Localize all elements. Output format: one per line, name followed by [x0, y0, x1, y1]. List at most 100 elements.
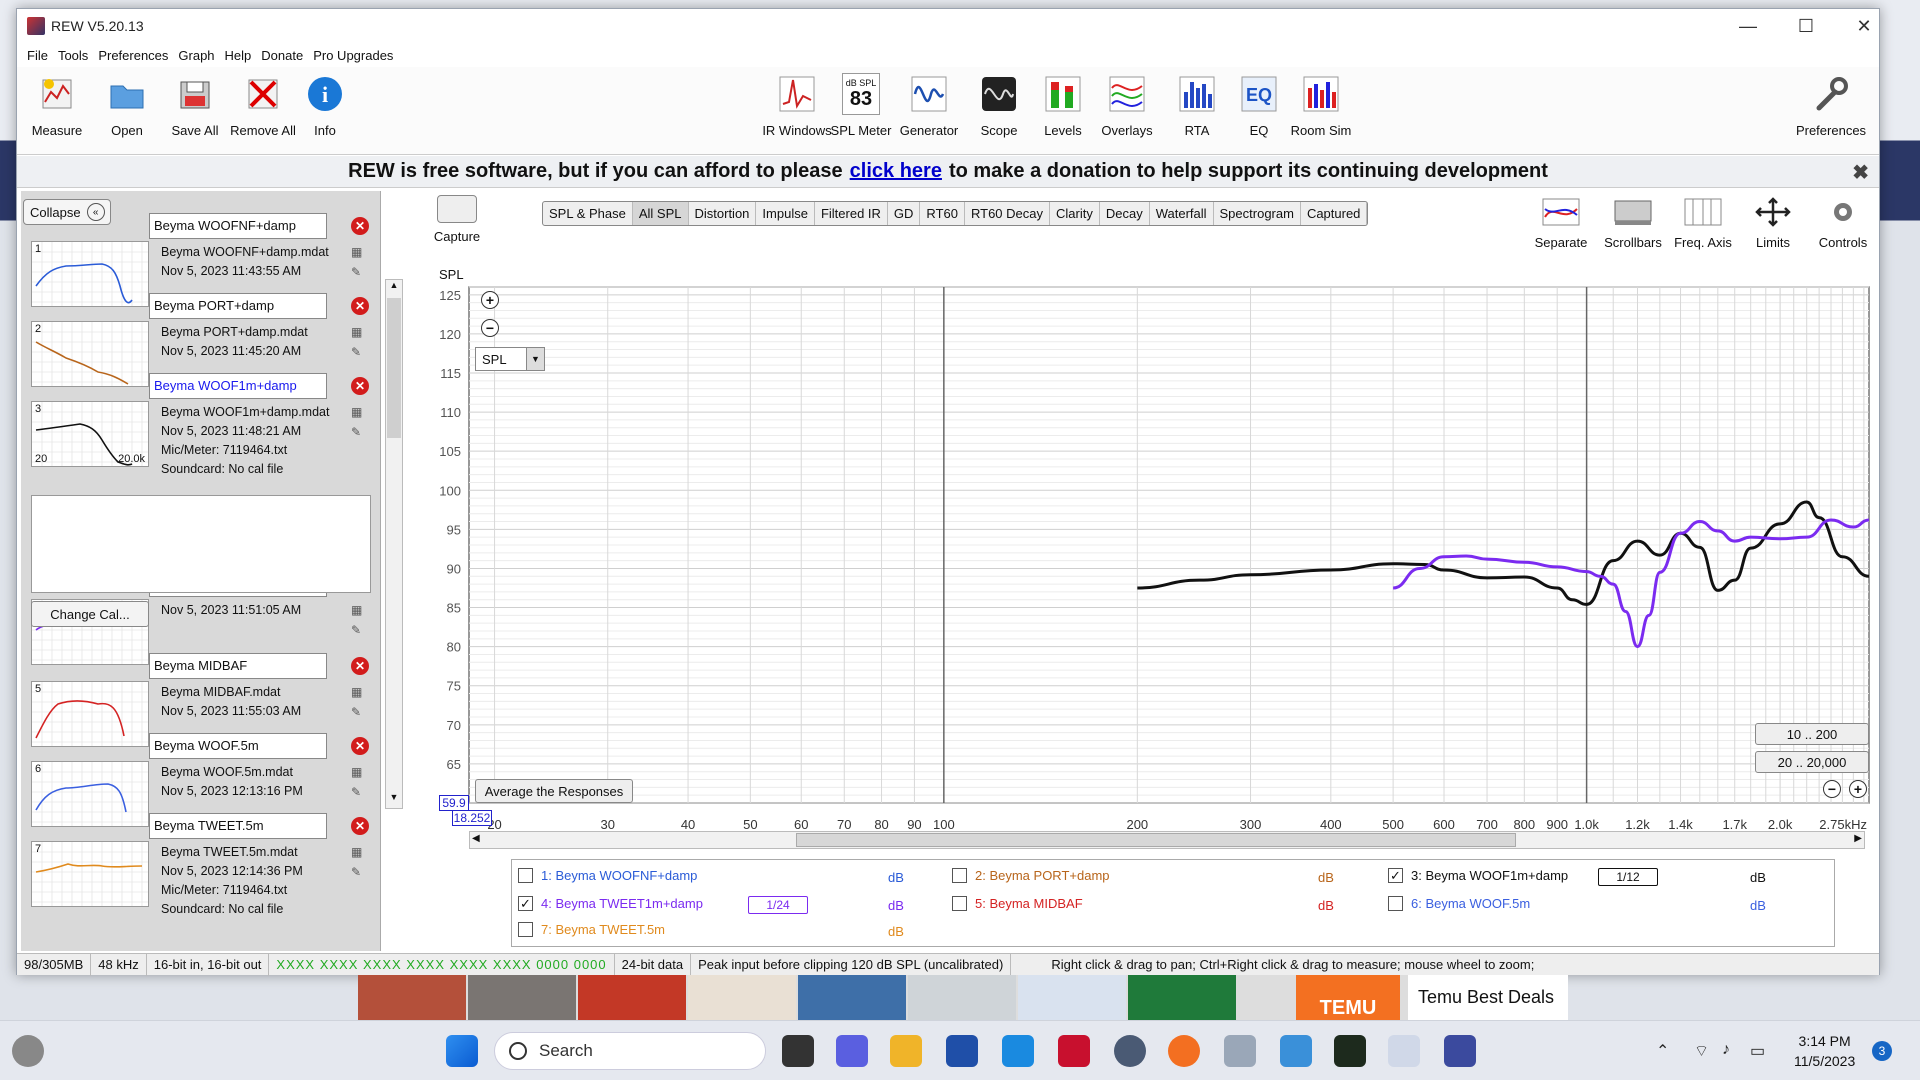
- remote-desktop-icon[interactable]: [1280, 1035, 1312, 1067]
- chevron-up-icon[interactable]: ⌃: [1656, 1041, 1669, 1061]
- remove-measurement-icon[interactable]: ✕: [351, 657, 369, 675]
- pencil-icon[interactable]: ✎: [351, 265, 369, 281]
- open-button[interactable]: Open: [91, 71, 163, 153]
- temu-logo[interactable]: TEMU: [1296, 975, 1400, 1020]
- info-button[interactable]: i Info: [289, 71, 361, 153]
- battery-icon[interactable]: ▭: [1750, 1041, 1765, 1061]
- legend-entry[interactable]: ✓ 4: Beyma TWEET1m+damp: [518, 896, 703, 911]
- measurement-thumbnail[interactable]: 7: [31, 841, 149, 907]
- widgets-icon[interactable]: [12, 1035, 44, 1067]
- remove-measurement-icon[interactable]: ✕: [351, 737, 369, 755]
- chat-icon[interactable]: [836, 1035, 868, 1067]
- measurement-item[interactable]: Beyma MIDBAF ✕ 5 Beyma MIDBAF.mdat Nov 5,…: [21, 653, 379, 747]
- range-10-200-button[interactable]: 10 .. 200: [1755, 723, 1869, 745]
- ad-image[interactable]: [908, 975, 1016, 1020]
- spl-meter-button[interactable]: dB SPL 83 SPL Meter: [825, 71, 897, 153]
- menu-file[interactable]: File: [27, 48, 48, 63]
- clock[interactable]: 3:14 PM 11/5/2023: [1794, 1031, 1855, 1071]
- ir-windows-button[interactable]: IR Windows: [761, 71, 833, 153]
- menu-pro-upgrades[interactable]: Pro Upgrades: [313, 48, 393, 63]
- menu-preferences[interactable]: Preferences: [98, 48, 168, 63]
- info-edit-icon[interactable]: ▦: [351, 845, 369, 861]
- measurement-item[interactable]: Beyma WOOF.5m ✕ 6 Beyma WOOF.5m.mdat Nov …: [21, 733, 379, 827]
- measurement-name-field[interactable]: Beyma MIDBAF: [149, 653, 327, 679]
- measurement-item[interactable]: Beyma PORT+damp ✕ 2 Beyma PORT+damp.mdat…: [21, 293, 379, 387]
- smoothing-indicator[interactable]: 1/12: [1598, 868, 1658, 886]
- wifi-icon[interactable]: ⌔: [1694, 1041, 1709, 1061]
- ad-strip[interactable]: TEMU Temu Best Deals: [358, 975, 1568, 1020]
- app-l-icon[interactable]: [1002, 1035, 1034, 1067]
- legend-entry[interactable]: 7: Beyma TWEET.5m: [518, 922, 665, 937]
- x-zoom-out-icon[interactable]: −: [1823, 780, 1841, 798]
- rew-running-icon[interactable]: [1444, 1035, 1476, 1067]
- measurement-item[interactable]: Beyma WOOF1m+damp ✕ 3 20 20.0k Beyma WOO…: [21, 373, 379, 476]
- legend-checkbox[interactable]: ✓: [1388, 868, 1403, 883]
- settings-icon[interactable]: [1114, 1035, 1146, 1067]
- legend-checkbox[interactable]: [1388, 896, 1403, 911]
- firefox-icon[interactable]: [1168, 1035, 1200, 1067]
- volume-icon[interactable]: ♪: [1722, 1041, 1730, 1059]
- store-icon[interactable]: [946, 1035, 978, 1067]
- task-view-icon[interactable]: [782, 1035, 814, 1067]
- scope-button[interactable]: Scope: [963, 71, 1035, 153]
- menu-graph[interactable]: Graph: [178, 48, 214, 63]
- levels-button[interactable]: Levels: [1027, 71, 1099, 153]
- legend-checkbox[interactable]: [952, 868, 967, 883]
- info-edit-icon[interactable]: ▦: [351, 603, 369, 619]
- ad-image[interactable]: [468, 975, 576, 1020]
- legend-checkbox[interactable]: [518, 922, 533, 937]
- room-sim-button[interactable]: Room Sim: [1285, 71, 1357, 153]
- change-cal-button[interactable]: Change Cal...: [31, 601, 149, 627]
- spl-dropdown[interactable]: SPL ▼: [475, 347, 545, 371]
- mcafee-icon[interactable]: [1058, 1035, 1090, 1067]
- pencil-icon[interactable]: ✎: [351, 345, 369, 361]
- file-explorer-icon[interactable]: [890, 1035, 922, 1067]
- measure-button[interactable]: Measure: [21, 71, 93, 153]
- pencil-icon[interactable]: ✎: [351, 623, 369, 639]
- pencil-icon[interactable]: ✎: [351, 425, 369, 441]
- measurement-name-field[interactable]: Beyma WOOFNF+damp: [149, 213, 327, 239]
- legend-entry[interactable]: ✓ 3: Beyma WOOF1m+damp: [1388, 868, 1568, 883]
- menu-donate[interactable]: Donate: [261, 48, 303, 63]
- remove-measurement-icon[interactable]: ✕: [351, 297, 369, 315]
- start-icon[interactable]: [446, 1035, 478, 1067]
- measurement-item[interactable]: Beyma TWEET.5m ✕ 7 Beyma TWEET.5m.mdat No…: [21, 813, 379, 916]
- scroll-thumb[interactable]: [387, 298, 401, 438]
- x-zoom-in-icon[interactable]: +: [1849, 780, 1867, 798]
- measurement-name-field[interactable]: Beyma WOOF.5m: [149, 733, 327, 759]
- ad-image[interactable]: [688, 975, 796, 1020]
- banner-close-icon[interactable]: ✖: [1852, 160, 1869, 185]
- control-panel-icon[interactable]: [1224, 1035, 1256, 1067]
- donate-link[interactable]: click here: [850, 160, 942, 183]
- info-edit-icon[interactable]: ▦: [351, 245, 369, 261]
- measurement-item[interactable]: Beyma WOOFNF+damp ✕ 1 Beyma WOOFNF+damp.…: [21, 213, 379, 307]
- scroll-up-icon[interactable]: ▲: [386, 280, 402, 296]
- minimize-button[interactable]: —: [1719, 9, 1777, 43]
- maximize-button[interactable]: ☐: [1777, 9, 1835, 43]
- ad-image[interactable]: [1018, 975, 1126, 1020]
- preferences-button[interactable]: Preferences: [1791, 71, 1871, 153]
- measurement-name-field[interactable]: Beyma PORT+damp: [149, 293, 327, 319]
- ad-image[interactable]: [798, 975, 906, 1020]
- ad-image[interactable]: [1128, 975, 1236, 1020]
- close-button[interactable]: ✕: [1835, 9, 1893, 43]
- legend-checkbox[interactable]: [952, 896, 967, 911]
- zoom-out-icon[interactable]: −: [481, 319, 499, 337]
- ad-image[interactable]: [578, 975, 686, 1020]
- legend-checkbox[interactable]: ✓: [518, 896, 533, 911]
- ad-image[interactable]: [358, 975, 466, 1020]
- menu-tools[interactable]: Tools: [58, 48, 88, 63]
- save-all-button[interactable]: Save All: [159, 71, 231, 153]
- measurement-notes[interactable]: [31, 495, 371, 593]
- overlays-button[interactable]: Overlays: [1091, 71, 1163, 153]
- legend-entry[interactable]: 2: Beyma PORT+damp: [952, 868, 1110, 883]
- measurement-name-field[interactable]: Beyma WOOF1m+damp: [149, 373, 327, 399]
- legend-entry[interactable]: 5: Beyma MIDBAF: [952, 896, 1083, 911]
- pencil-icon[interactable]: ✎: [351, 785, 369, 801]
- measurement-name-field[interactable]: Beyma TWEET.5m: [149, 813, 327, 839]
- average-responses-button[interactable]: Average the Responses: [475, 779, 633, 803]
- pencil-icon[interactable]: ✎: [351, 705, 369, 721]
- scroll-right-icon[interactable]: ▶: [1854, 833, 1862, 844]
- notification-badge[interactable]: 3: [1872, 1041, 1892, 1061]
- spl-chart[interactable]: 1251201151101051009590858075706520 30 40 50…: [407, 191, 1877, 831]
